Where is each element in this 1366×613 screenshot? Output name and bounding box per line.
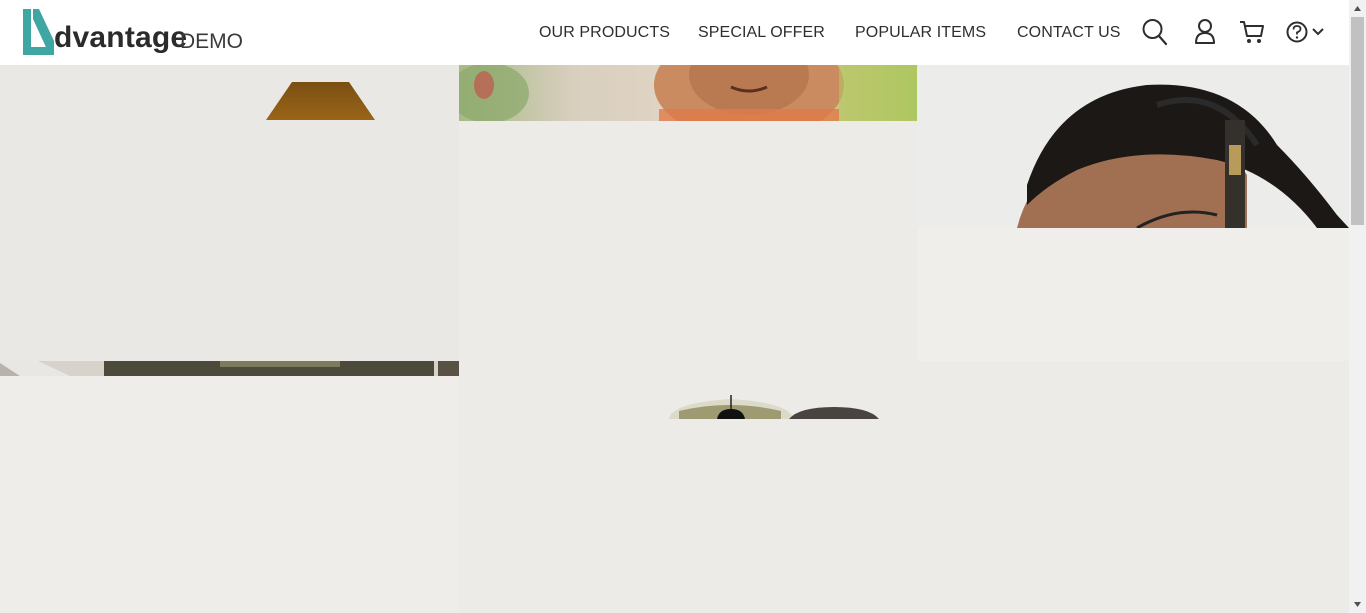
logo-mark-icon [23, 9, 54, 55]
category-tile-laptops[interactable] [0, 361, 459, 613]
page-scrollbar[interactable] [1349, 0, 1366, 613]
mouse-image [669, 395, 879, 419]
category-tile-mice[interactable] [459, 361, 1349, 613]
chevron-down-icon[interactable] [1312, 27, 1324, 37]
man-headphones-image [917, 65, 1349, 228]
woman-photo-image [459, 65, 917, 121]
category-tile-headphones-image[interactable] [917, 65, 1349, 228]
brand-name: dvantage [54, 21, 188, 54]
scrollbar-thumb[interactable] [1351, 17, 1364, 225]
speaker-image [266, 82, 375, 120]
scroll-down-arrow-icon[interactable] [1349, 596, 1366, 613]
category-tile-headphones [917, 228, 1349, 361]
search-icon[interactable] [1142, 18, 1168, 46]
scroll-up-arrow-icon[interactable] [1349, 0, 1366, 17]
nav-contact-us[interactable]: CONTACT US [1017, 24, 1121, 42]
nav-our-products[interactable]: OUR PRODUCTS [539, 24, 670, 42]
category-tile-tablets-image[interactable] [459, 65, 917, 121]
site-header: dvantage DEMO OUR PRODUCTS SPECIAL OFFER… [0, 0, 1349, 65]
user-icon[interactable] [1194, 18, 1216, 46]
category-tile-tablets [459, 121, 917, 361]
cart-icon[interactable] [1239, 18, 1265, 46]
category-tile-speakers[interactable] [0, 65, 459, 361]
nav-special-offer[interactable]: SPECIAL OFFER [698, 24, 825, 42]
brand-sub: DEMO [180, 30, 243, 53]
help-icon[interactable] [1286, 21, 1308, 43]
nav-popular-items[interactable]: POPULAR ITEMS [855, 24, 986, 42]
laptop-image [0, 361, 459, 376]
